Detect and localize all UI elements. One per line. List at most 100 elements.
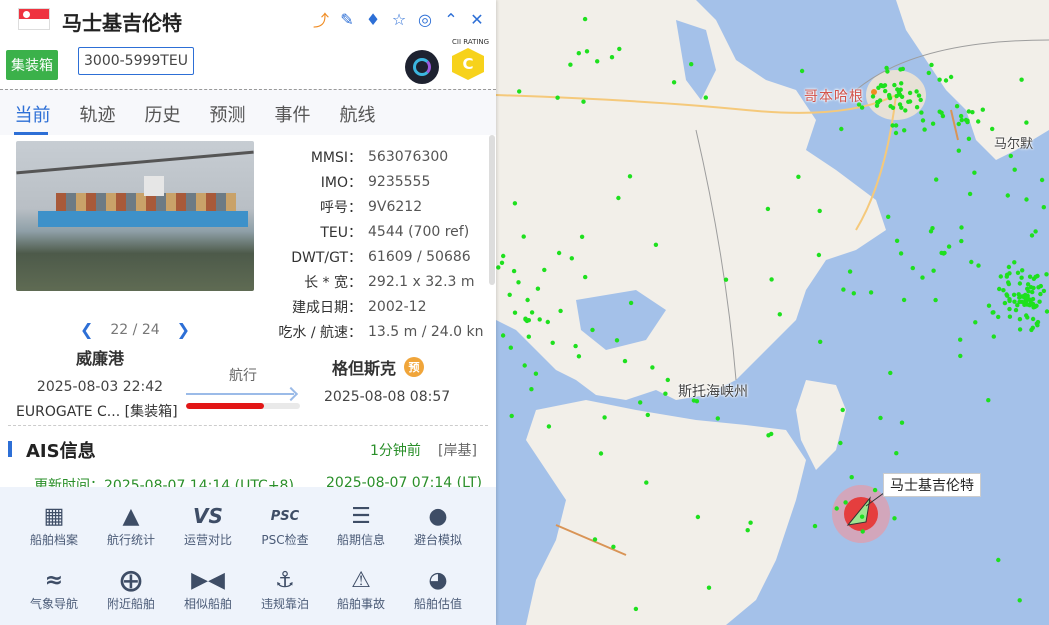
vessel-dot[interactable] <box>769 277 774 282</box>
vessel-dot[interactable] <box>1044 309 1049 314</box>
vessel-dot[interactable] <box>903 108 908 113</box>
vessel-dot[interactable] <box>847 269 853 274</box>
vessel-dot[interactable] <box>500 333 506 338</box>
vessel-dot[interactable] <box>980 107 985 112</box>
vessel-dot[interactable] <box>1016 292 1021 297</box>
vessel-dot[interactable] <box>1020 268 1025 273</box>
vessel-dot[interactable] <box>592 537 598 542</box>
vessel-dot[interactable] <box>509 413 514 419</box>
vessel-dot[interactable] <box>990 310 995 315</box>
vessel-dot[interactable] <box>748 520 753 525</box>
vessel-dot[interactable] <box>1029 327 1034 333</box>
vessel-dot[interactable] <box>910 265 915 271</box>
vessel-dot[interactable] <box>997 286 1002 292</box>
vessel-dot[interactable] <box>954 104 960 109</box>
vessel-dot[interactable] <box>990 126 995 132</box>
vessel-dot[interactable] <box>906 99 911 105</box>
vessel-dot[interactable] <box>584 49 590 54</box>
vessel-dot[interactable] <box>940 113 946 119</box>
vessel-dot[interactable] <box>583 274 588 280</box>
vessel-dot[interactable] <box>598 451 604 456</box>
vessel-dot[interactable] <box>973 320 978 325</box>
vessel-dot[interactable] <box>922 127 927 132</box>
vessel-dot[interactable] <box>901 297 907 303</box>
vessel-dot[interactable] <box>517 89 522 94</box>
vessel-dot[interactable] <box>939 250 944 256</box>
vessel-dot[interactable] <box>550 340 555 345</box>
vessel-dot[interactable] <box>920 118 926 123</box>
vessel-dot[interactable] <box>894 451 899 456</box>
vessel-dot[interactable] <box>1030 296 1036 302</box>
vessel-dot[interactable] <box>899 420 905 425</box>
vessel-dot[interactable] <box>1023 299 1028 304</box>
vessel-dot[interactable] <box>1027 274 1033 279</box>
vessel-dot[interactable] <box>1029 233 1035 238</box>
vessel-dot[interactable] <box>1037 299 1042 304</box>
ship-callout-label[interactable]: 马士基吉伦特 <box>883 473 981 497</box>
vessel-dot[interactable] <box>663 391 668 396</box>
vessel-dot[interactable] <box>576 51 581 56</box>
vessel-dot[interactable] <box>907 90 913 96</box>
vessel-dot[interactable] <box>569 256 574 261</box>
vessel-dot[interactable] <box>886 214 891 219</box>
vessel-dot[interactable] <box>516 280 521 285</box>
vessel-dot[interactable] <box>934 177 939 182</box>
vessel-dot[interactable] <box>1024 197 1029 202</box>
tab-track[interactable]: 轨迹 <box>65 90 130 135</box>
vessel-dot[interactable] <box>1038 291 1043 297</box>
vessel-dot[interactable] <box>976 119 981 124</box>
vessel-dot[interactable] <box>840 407 845 413</box>
vessel-dot[interactable] <box>834 506 839 511</box>
vessel-dot[interactable] <box>902 128 907 133</box>
vessel-dot[interactable] <box>892 82 897 88</box>
vessel-dot[interactable] <box>1025 282 1031 287</box>
vessel-dot[interactable] <box>1007 271 1012 276</box>
vessel-dot[interactable] <box>894 238 900 243</box>
vessel-dot[interactable] <box>650 365 655 370</box>
vessel-dot[interactable] <box>958 353 963 359</box>
vessel-dot[interactable] <box>1019 77 1024 82</box>
vessel-dot[interactable] <box>956 121 961 127</box>
vessel-dot[interactable] <box>723 277 729 282</box>
vessel-dot[interactable] <box>1031 276 1037 281</box>
vessel-dot[interactable] <box>914 89 919 94</box>
vessel-dot[interactable] <box>1033 229 1038 234</box>
vessel-dot[interactable] <box>887 94 892 99</box>
edit-icon[interactable]: ✎ <box>338 10 356 29</box>
vessel-dot[interactable] <box>878 83 884 88</box>
vessel-dot[interactable] <box>914 105 920 110</box>
vessel-dot[interactable] <box>839 126 844 132</box>
vessel-dot[interactable] <box>525 297 530 303</box>
vessel-dot[interactable] <box>898 251 904 256</box>
vessel-dot[interactable] <box>818 339 823 344</box>
map-view[interactable]: 哥本哈根 马尔默 斯托海峡州 马士基吉伦特 <box>496 0 1049 625</box>
vessel-dot[interactable] <box>919 110 924 115</box>
vessel-dot[interactable] <box>956 148 961 153</box>
vessel-dot[interactable] <box>884 65 889 71</box>
vessel-dot[interactable] <box>859 514 865 519</box>
vessel-dot[interactable] <box>521 234 526 239</box>
next-photo-icon[interactable]: ❯ <box>177 320 190 339</box>
company-logo-icon[interactable] <box>405 50 439 84</box>
vessel-dot[interactable] <box>706 585 712 590</box>
vessel-dot[interactable] <box>1030 289 1035 295</box>
vessel-dot[interactable] <box>859 105 865 110</box>
vessel-dot[interactable] <box>899 105 904 110</box>
tool-stats[interactable]: ▲ 航行统计 <box>93 501 169 548</box>
vessel-dot[interactable] <box>959 238 964 244</box>
vessel-dot[interactable] <box>501 253 506 259</box>
vessel-dot[interactable] <box>645 412 650 418</box>
vessel-dot[interactable] <box>931 268 936 273</box>
vessel-dot[interactable] <box>1031 285 1036 291</box>
prev-photo-icon[interactable]: ❮ <box>80 320 93 339</box>
vessel-dot[interactable] <box>522 363 527 368</box>
vessel-dot[interactable] <box>986 303 992 308</box>
tab-current[interactable]: 当前 <box>0 90 65 135</box>
ship-photo[interactable] <box>16 141 254 291</box>
vessel-dot[interactable] <box>893 130 899 136</box>
vessel-dot[interactable] <box>817 208 822 214</box>
vessel-dot[interactable] <box>892 516 897 521</box>
vessel-dot[interactable] <box>777 312 782 317</box>
vessel-dot[interactable] <box>1019 275 1024 280</box>
vessel-dot[interactable] <box>545 319 550 325</box>
